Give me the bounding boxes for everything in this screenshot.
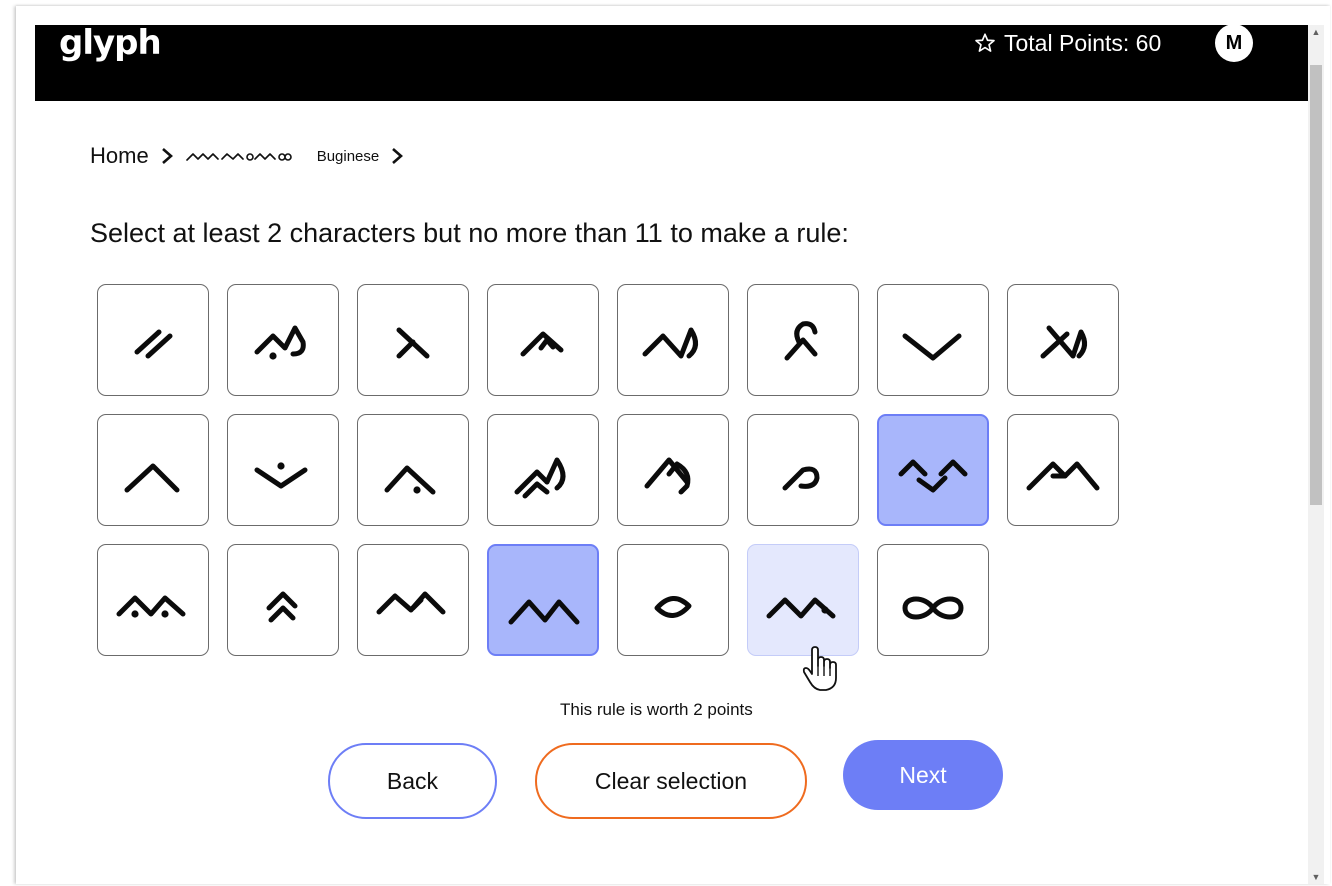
wave-vee-glyph-icon [898,459,968,493]
vee-glyph-icon [902,333,962,361]
total-points-label: Total Points: 60 [1004,30,1162,56]
loop-hook-glyph-icon [644,457,691,495]
glyph-tile-double-peak[interactable] [1007,414,1119,526]
glyph-tile-caret-dot[interactable] [357,414,469,526]
glyph-tile-wave-loop[interactable] [357,544,469,656]
page-scrollbar[interactable]: ▲ ▼ [1308,25,1324,884]
top-app-bar: glyph Total Points: 60 M [35,24,1308,101]
double-slash-glyph-icon [134,329,173,359]
m-peaks-glyph-icon [508,599,580,625]
glyph-tile-diamond[interactable] [617,544,729,656]
browser-window: glyph Total Points: 60 M ▲ ▼ Home Bugine… [16,6,1330,884]
glyph-tile-dot-vee[interactable] [227,414,339,526]
dot-hook-glyph-icon [254,325,306,360]
dot-vee-glyph-icon [254,462,308,489]
character-grid [97,284,1121,658]
breadcrumb-home[interactable]: Home [90,143,149,169]
glyph-tile-loop-hook[interactable] [617,414,729,526]
double-chevron-glyph-icon [266,591,298,623]
glyph-tile-double-slash[interactable] [97,284,209,396]
breadcrumb: Home Buginese [90,143,415,169]
glyph-logo[interactable]: glyph [59,25,162,61]
back-button[interactable]: Back [328,743,497,819]
glyph-tile-vee[interactable] [877,284,989,396]
glyph-tile-infinity[interactable] [877,544,989,656]
rule-worth-text: This rule is worth 2 points [560,700,753,719]
scroll-up-arrow-icon[interactable]: ▲ [1308,25,1324,39]
next-button[interactable]: Next [843,740,1003,810]
small-loop-glyph-icon [782,466,820,491]
breadcrumb-script-name: Buginese [316,147,380,165]
glyph-tile-wave-hook[interactable] [617,284,729,396]
caret-dot-glyph-icon [384,465,436,495]
scroll-down-arrow-icon[interactable]: ▼ [1308,870,1324,884]
buginese-script-wordmark [185,153,292,161]
star-outline-icon [975,33,995,52]
double-peak-glyph-icon [1026,461,1100,491]
glyph-tile-caret[interactable] [97,414,209,526]
double-hook-glyph-icon [514,457,566,499]
diamond-glyph-icon [654,596,692,618]
clear-selection-button[interactable]: Clear selection [535,743,807,819]
caret-glyph-icon [124,463,180,493]
glyph-tile-peaks-dot[interactable] [747,544,859,656]
glyph-tile-dot-hook[interactable] [227,284,339,396]
chevron-right-icon [391,147,404,165]
wave-hook-glyph-icon [642,327,698,359]
peaks-dot-glyph-icon [766,597,836,619]
arrow-hat-glyph-icon [520,331,564,357]
user-avatar[interactable]: M [1215,24,1253,62]
peaks-two-dots-glyph-icon [116,595,186,618]
glyph-tile-arrow-hat[interactable] [487,284,599,396]
lambda-glyph-icon [396,327,430,359]
glyph-tile-wave-vee[interactable] [877,414,989,526]
hand-pointer-cursor-icon [802,646,837,691]
instruction-text: Select at least 2 characters but no more… [90,218,849,248]
total-points: Total Points: 60 [974,29,1161,57]
wave-loop-glyph-icon [376,591,446,615]
lambda-hook-glyph-icon [1040,325,1087,359]
glyph-tile-double-hook[interactable] [487,414,599,526]
glyph-tile-small-loop[interactable] [747,414,859,526]
glyph-tile-lambda[interactable] [357,284,469,396]
breadcrumb-script[interactable]: Buginese [185,147,380,165]
glyph-tile-lambda-hook[interactable] [1007,284,1119,396]
glyph-tile-double-chevron[interactable] [227,544,339,656]
glyph-tile-peaks-two-dots[interactable] [97,544,209,656]
infinity-glyph-icon [902,596,964,620]
glyph-tile-loop-lambda[interactable] [747,284,859,396]
loop-lambda-glyph-icon [784,321,818,361]
glyph-tile-m-peaks[interactable] [487,544,599,656]
chevron-right-icon [161,147,173,165]
scroll-thumb[interactable] [1310,65,1322,505]
